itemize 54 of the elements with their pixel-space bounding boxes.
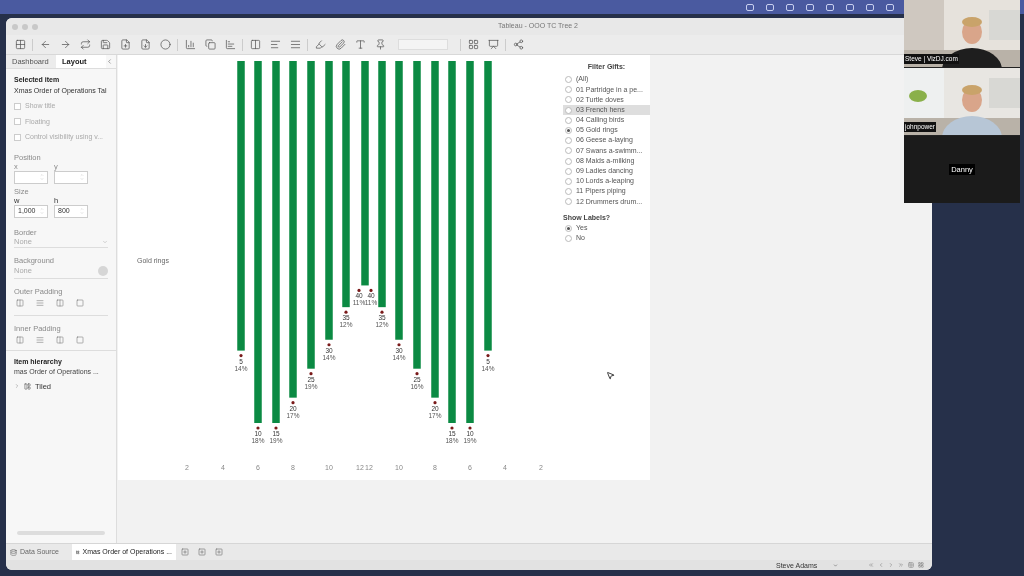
radio-button[interactable] — [565, 96, 572, 104]
radio-button[interactable] — [565, 234, 572, 242]
radio-button[interactable] — [565, 137, 572, 145]
radio-button[interactable] — [565, 127, 572, 135]
padding-icon[interactable] — [16, 298, 24, 307]
padding-icon[interactable] — [16, 335, 24, 344]
radio-button[interactable] — [565, 188, 572, 196]
caret-icon — [102, 238, 108, 245]
radio-button[interactable] — [565, 224, 572, 232]
caret-icon — [833, 562, 838, 568]
mouse-pointer-icon — [606, 371, 615, 380]
layout-icon — [24, 382, 31, 390]
radio-button[interactable] — [565, 147, 572, 155]
radio-button[interactable] — [565, 76, 572, 84]
y-field[interactable] — [54, 170, 88, 184]
marker-dot — [344, 310, 348, 314]
marker-dot — [415, 372, 419, 376]
radio-button[interactable] — [565, 177, 572, 185]
marker-dot — [450, 426, 454, 430]
grid-icon — [76, 548, 80, 556]
marker-dot — [468, 426, 472, 430]
padding-icon[interactable] — [36, 335, 44, 344]
radio-button[interactable] — [565, 116, 572, 124]
marker-dot — [357, 288, 361, 293]
marker-dot — [256, 426, 260, 430]
checkbox[interactable] — [14, 118, 21, 126]
radio-button[interactable] — [565, 157, 572, 165]
marker-dot — [486, 354, 490, 358]
marker-dot — [433, 401, 437, 405]
marker-dot — [291, 401, 295, 405]
padding-icon[interactable] — [76, 335, 84, 344]
radio-button[interactable] — [565, 106, 572, 114]
marker-dot — [369, 288, 373, 293]
color-swatch[interactable] — [98, 266, 108, 276]
marker-dot — [239, 354, 243, 358]
expand-caret-icon[interactable] — [14, 383, 20, 390]
marker-dot — [397, 343, 401, 347]
marker-dot — [327, 343, 331, 347]
padding-icon[interactable] — [76, 298, 84, 307]
padding-icon[interactable] — [36, 298, 44, 307]
marker-dot — [309, 372, 313, 376]
copy-icon[interactable] — [202, 36, 218, 53]
database-icon — [10, 548, 17, 556]
checkbox[interactable] — [14, 102, 21, 110]
padding-icon[interactable] — [56, 335, 64, 344]
checkbox[interactable] — [14, 133, 21, 141]
padding-icon[interactable] — [56, 298, 64, 307]
marker-dot — [274, 426, 278, 430]
marker-dot — [380, 310, 384, 314]
radio-button[interactable] — [565, 86, 572, 94]
circle-icon[interactable] — [157, 36, 173, 53]
radio-button[interactable] — [565, 167, 572, 175]
radio-button[interactable] — [565, 198, 572, 206]
x-field[interactable] — [14, 170, 48, 184]
